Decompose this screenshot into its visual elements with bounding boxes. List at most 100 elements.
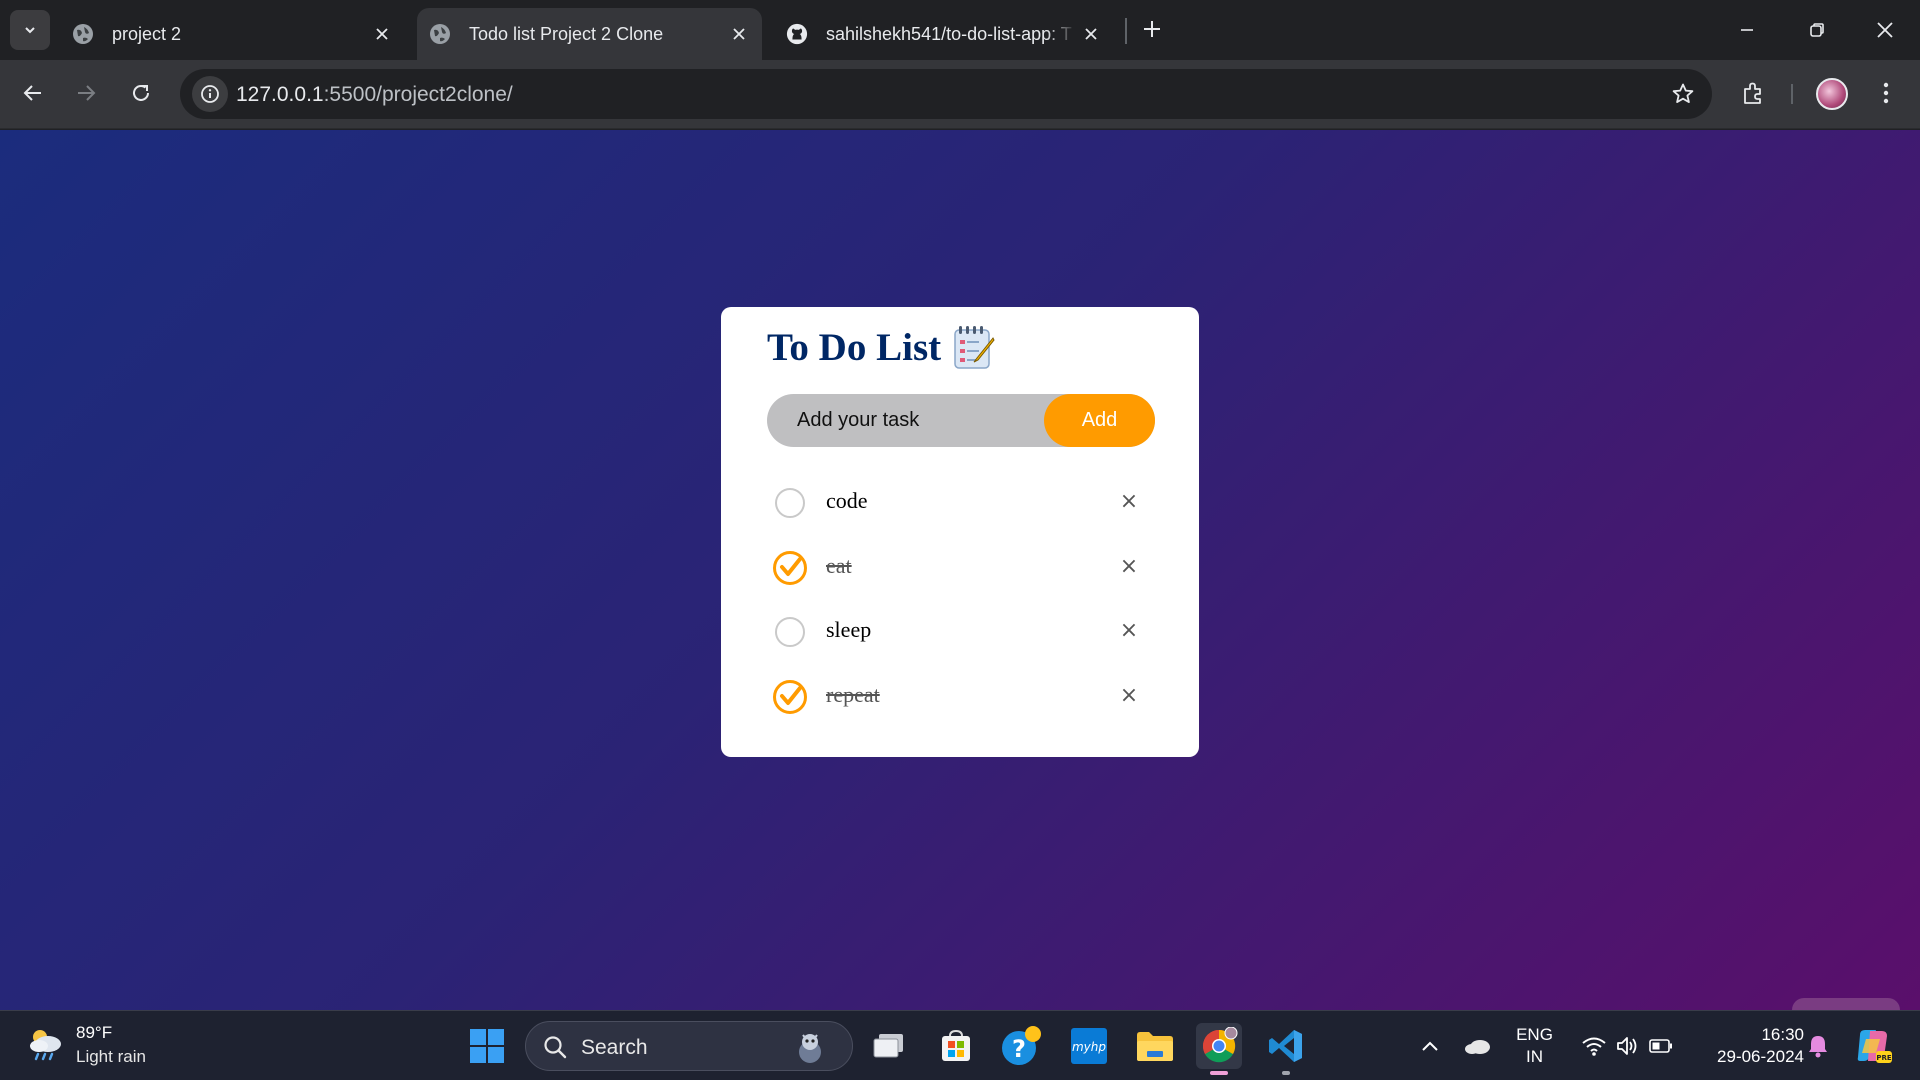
onedrive-button[interactable]	[1457, 1023, 1499, 1069]
delete-task-icon[interactable]: ×	[1117, 490, 1141, 514]
show-hidden-icons-button[interactable]	[1407, 1023, 1453, 1069]
globe-icon	[429, 23, 451, 45]
tab-project-2[interactable]: project 2	[60, 8, 405, 60]
reload-button[interactable]	[120, 72, 162, 114]
checked-circle-icon[interactable]	[773, 679, 807, 714]
svg-text:?: ?	[1012, 1035, 1026, 1063]
toolbar-separator	[1791, 84, 1793, 104]
unchecked-circle-icon[interactable]	[775, 617, 805, 647]
bookmark-star-icon[interactable]	[1668, 79, 1698, 109]
new-tab-button[interactable]	[1135, 12, 1169, 46]
weather-text: 89°F Light rain	[76, 1023, 146, 1067]
close-tab-icon[interactable]	[724, 19, 754, 49]
url-host: 127.0.0.1	[236, 83, 324, 106]
windows-logo-icon	[470, 1029, 504, 1063]
task-item[interactable]: eat ×	[767, 537, 1155, 602]
url-text[interactable]: 127.0.0.1:5500/project2clone/	[236, 83, 513, 107]
task-text: code	[826, 488, 868, 513]
globe-icon	[72, 23, 94, 45]
taskbar: 89°F Light rain Search ? myhp ENG IN 16:…	[0, 1010, 1920, 1080]
close-window-button[interactable]	[1850, 0, 1920, 60]
help-icon: ?	[1002, 1026, 1041, 1065]
back-button[interactable]	[12, 72, 54, 114]
tab-title: project 2	[112, 23, 182, 44]
folder-icon	[1137, 1032, 1173, 1061]
tab-search-button[interactable]	[10, 10, 50, 50]
github-icon	[786, 23, 808, 45]
search-label: Search	[581, 1036, 648, 1059]
lang-code: ENG	[1516, 1025, 1553, 1044]
task-text: sleep	[826, 617, 872, 642]
restore-button[interactable]	[1782, 0, 1852, 60]
tab-github-repo[interactable]: sahilshekh541/to-do-list-app: T	[774, 8, 1114, 60]
reload-icon	[133, 84, 149, 101]
close-tab-icon[interactable]	[1076, 19, 1106, 49]
volume-icon	[1617, 1037, 1637, 1055]
task-text: repeat	[826, 681, 880, 707]
forward-button[interactable]	[65, 72, 107, 114]
clock-date: 29-06-2024	[1717, 1047, 1804, 1066]
tab-title: sahilshekh541/to-do-list-app: T	[826, 23, 1072, 44]
extensions-icon[interactable]	[1735, 75, 1771, 111]
battery-icon	[1649, 1039, 1672, 1053]
checked-circle-icon[interactable]	[773, 550, 807, 585]
chevron-up-icon	[1422, 1041, 1438, 1051]
file-explorer-button[interactable]	[1132, 1023, 1178, 1069]
active-app-indicator	[1210, 1071, 1228, 1075]
site-info-icon[interactable]	[192, 76, 228, 112]
url-path: :5500/project2clone/	[323, 83, 513, 106]
delete-task-icon[interactable]: ×	[1117, 684, 1141, 708]
weather-temp: 89°F	[76, 1023, 113, 1042]
myhp-button[interactable]: myhp	[1066, 1023, 1112, 1069]
chrome-taskbar-button[interactable]	[1196, 1023, 1242, 1075]
search-icon	[544, 1036, 567, 1059]
clock[interactable]: 16:30 29-06-2024	[1692, 1024, 1804, 1068]
quick-settings-button[interactable]	[1577, 1023, 1677, 1069]
app-title: To Do List	[767, 324, 995, 370]
weather-widget[interactable]: 89°F Light rain	[26, 1023, 146, 1067]
lang-region: IN	[1526, 1047, 1543, 1066]
weather-desc: Light rain	[76, 1047, 146, 1066]
notifications-button[interactable]	[1796, 1023, 1840, 1069]
get-help-button[interactable]: ?	[999, 1023, 1045, 1069]
more-menu-icon[interactable]	[1868, 75, 1904, 111]
task-item[interactable]: repeat ×	[767, 666, 1155, 731]
search-highlight-icon	[799, 1034, 821, 1063]
task-input[interactable]	[767, 394, 1045, 447]
bell-icon	[1809, 1036, 1827, 1058]
page-corner-element	[1792, 998, 1900, 1010]
task-view-button[interactable]	[866, 1023, 912, 1069]
unchecked-circle-icon[interactable]	[775, 488, 805, 518]
myhp-icon: myhp	[1071, 1028, 1107, 1064]
tab-title: Todo list Project 2 Clone	[469, 23, 664, 44]
taskbar-search[interactable]: Search	[525, 1021, 853, 1071]
delete-task-icon[interactable]: ×	[1117, 619, 1141, 643]
close-tab-icon[interactable]	[367, 19, 397, 49]
microsoft-store-button[interactable]	[933, 1023, 979, 1069]
vscode-icon	[1269, 1030, 1302, 1062]
address-bar[interactable]: 127.0.0.1:5500/project2clone/	[180, 69, 1712, 119]
tab-todo-clone[interactable]: Todo list Project 2 Clone	[417, 8, 762, 60]
minimize-button[interactable]	[1712, 0, 1782, 60]
delete-task-icon[interactable]: ×	[1117, 555, 1141, 579]
svg-text:myhp: myhp	[1072, 1040, 1106, 1054]
language-indicator[interactable]: ENG IN	[1512, 1024, 1557, 1068]
vscode-button[interactable]	[1263, 1023, 1309, 1075]
task-input-row: Add	[767, 394, 1155, 447]
running-app-indicator	[1282, 1071, 1290, 1075]
add-task-button[interactable]: Add	[1044, 394, 1155, 447]
profile-avatar[interactable]	[1816, 78, 1848, 110]
close-icon	[1877, 22, 1893, 38]
svg-text:PRE: PRE	[1876, 1054, 1892, 1062]
chevron-down-icon	[25, 27, 35, 34]
start-button[interactable]	[464, 1023, 510, 1069]
cloud-rain-icon	[30, 1030, 61, 1061]
task-item[interactable]: code ×	[767, 472, 1155, 537]
copilot-button[interactable]: PRE	[1850, 1023, 1896, 1069]
chrome-icon	[1202, 1027, 1238, 1063]
cloud-icon	[1465, 1040, 1490, 1054]
plus-icon	[1144, 21, 1160, 37]
minimize-icon	[1741, 29, 1753, 31]
page-background: To Do List Add code	[0, 130, 1920, 1010]
task-item[interactable]: sleep ×	[767, 601, 1155, 666]
